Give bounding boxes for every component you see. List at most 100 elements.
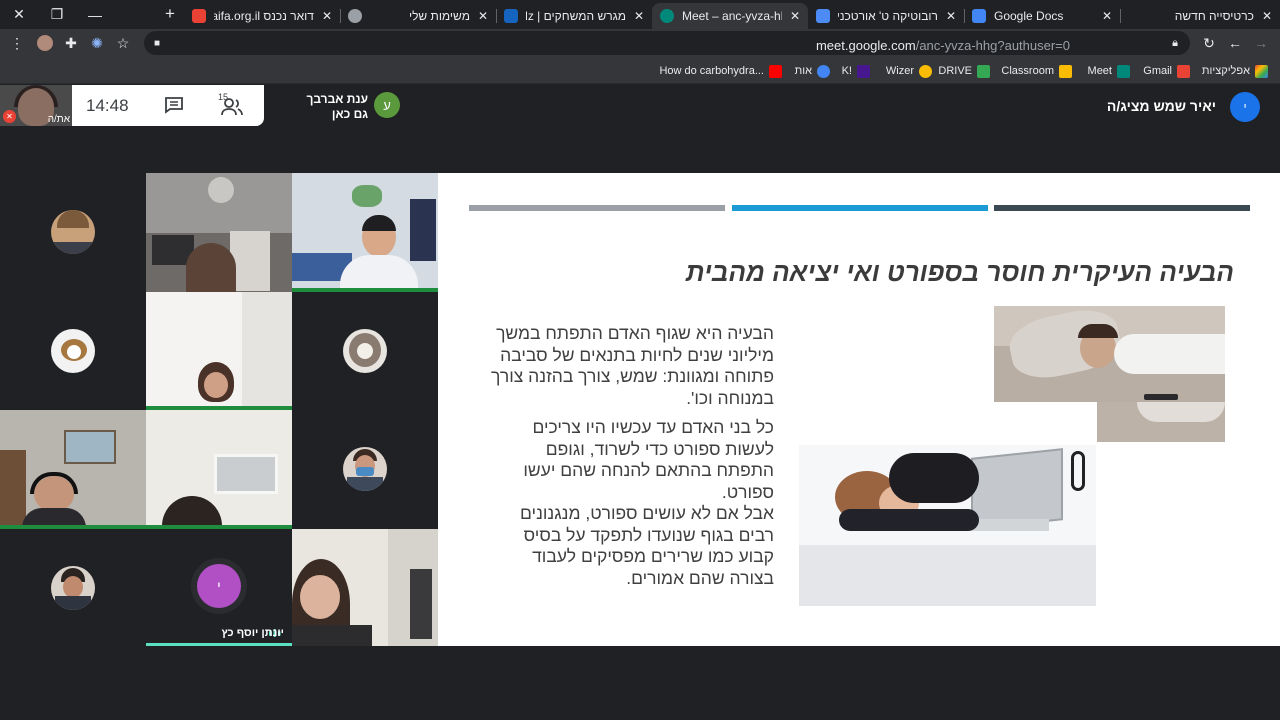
bookmark-meet[interactable]: Meet — [1088, 63, 1130, 79]
tab-new-tab[interactable]: ✕ כרטיסייה חדשה — [1120, 3, 1280, 29]
participant-tile[interactable] — [146, 173, 292, 292]
join-notification: ע ענת אברבך גם כאן — [264, 85, 408, 126]
chat-icon[interactable] — [164, 96, 184, 114]
window-minimize-button[interactable]: — — [76, 0, 114, 29]
extension-gear-icon[interactable]: ✺ — [88, 34, 106, 52]
classroom-icon — [816, 9, 830, 23]
tab-strip: ✕ ❐ — + ✕ כרטיסייה חדשה ✕ Google Docs ✕ … — [0, 0, 1280, 29]
bookmarks-bar: אפליקציות Gmail Meet Classroom DRIVE Wiz… — [0, 57, 1280, 84]
meet-icon — [1117, 64, 1130, 78]
slide-paragraph: אבל אם לא עושים ספורט, מנגנונים רבים בגו… — [520, 503, 774, 588]
avatar — [51, 328, 95, 373]
people-icon[interactable] — [220, 95, 244, 117]
meeting-info-bar: 14:48 15 — [72, 85, 264, 126]
url-text[interactable]: meet.google.com/anc-yvza-hhg?authuser=0 — [816, 38, 1070, 53]
meet-stage: ✕ את/ה 14:48 15 ע ענת אברבך גם כאן יאיר … — [0, 85, 1280, 720]
bookmark-kahoot[interactable]: K! — [842, 63, 870, 79]
close-icon[interactable]: ✕ — [1262, 9, 1272, 23]
slide-accent-line — [732, 205, 988, 211]
window-close-button[interactable]: ✕ — [0, 0, 38, 29]
couch-photo-bottom — [1097, 402, 1225, 442]
participant-tile[interactable] — [0, 528, 146, 647]
participant-grid: י יונתן יוסף כץ — [0, 173, 438, 647]
profile-avatar[interactable] — [36, 34, 54, 52]
participant-tile[interactable] — [292, 173, 438, 292]
close-icon[interactable]: ✕ — [1102, 9, 1112, 23]
tab-gmail-inbox[interactable]: ✕ דואר נכנס haifa.org.il — [184, 3, 340, 29]
self-view-tile[interactable]: ✕ את/ה — [0, 85, 72, 126]
slide-body: הבעיה היא שגוף האדם התפתח במשך מיליוני ש… — [484, 323, 774, 597]
participant-tile[interactable] — [0, 291, 146, 410]
skillz-icon — [504, 9, 518, 23]
meet-bottom-area — [0, 646, 1280, 720]
new-tab-button[interactable]: + — [160, 4, 180, 24]
browser-toolbar: ⋮ ✚ ✺ ☆ ■ meet.google.com/anc-yvza-hhg?a… — [0, 29, 1280, 57]
extensions-puzzle-icon[interactable]: ✚ — [62, 34, 80, 52]
forward-arrow-icon[interactable]: → — [1252, 34, 1270, 52]
bookmark-ot[interactable]: אות — [795, 63, 830, 79]
camera-indicator-icon[interactable]: ■ — [148, 34, 166, 52]
tab-google-docs[interactable]: ✕ Google Docs — [964, 3, 1120, 29]
tab-skillz[interactable]: ✕ מגרש המשחקים | Skillz — [496, 3, 652, 29]
close-icon[interactable]: ✕ — [634, 9, 644, 23]
slide-accent-line — [469, 205, 725, 211]
omnibox[interactable]: ☆ ■ meet.google.com/anc-yvza-hhg?authuse… — [117, 31, 1190, 55]
participant-tile[interactable] — [292, 410, 438, 529]
mic-off-icon: ✕ — [3, 110, 16, 123]
avatar: ע — [374, 92, 400, 118]
slide-title: הבעיה העיקרית חוסר בספורט ואי יציאה מהבי… — [685, 257, 1234, 287]
reload-icon[interactable]: ↻ — [1200, 34, 1218, 52]
lock-icon[interactable]: 🔒︎ — [1166, 34, 1184, 52]
globe-icon — [348, 9, 362, 23]
youtube-icon — [769, 64, 782, 78]
menu-kebab-icon[interactable]: ⋮ — [8, 34, 26, 52]
participant-tile[interactable] — [146, 291, 292, 410]
kahoot-icon — [857, 64, 870, 78]
presentation-slide: הבעיה העיקרית חוסר בספורט ואי יציאה מהבי… — [438, 173, 1280, 646]
participant-tile[interactable] — [146, 410, 292, 529]
bookmark-drive[interactable]: DRIVE — [938, 63, 990, 79]
bookmark-wizer[interactable]: Wizer — [886, 63, 932, 79]
apps-grid-icon — [1255, 64, 1268, 78]
meeting-clock: 14:48 — [86, 96, 129, 115]
bookmark-youtube[interactable]: How do carbohydra... — [659, 63, 782, 79]
slide-paragraph: כל בני האדם עד עכשיו היו צריכים לעשות ספ… — [523, 417, 774, 502]
slide-accent-line — [994, 205, 1250, 211]
tab-meet[interactable]: ✕ Meet – anc-yvza-hh — [652, 3, 808, 29]
participant-tile[interactable] — [292, 291, 438, 410]
classroom-icon — [1059, 64, 1072, 78]
avatar — [51, 565, 95, 610]
docs-icon — [972, 9, 986, 23]
meet-icon — [660, 9, 674, 23]
bookmark-apps[interactable]: אפליקציות — [1202, 63, 1268, 79]
slide-paragraph: הבעיה היא שגוף האדם התפתח במשך מיליוני ש… — [491, 323, 774, 408]
close-icon[interactable]: ✕ — [946, 9, 956, 23]
avatar: י — [1230, 92, 1260, 122]
bookmark-classroom[interactable]: Classroom — [1001, 63, 1072, 79]
participant-tile[interactable] — [0, 410, 146, 529]
bookmark-gmail[interactable]: Gmail — [1143, 63, 1190, 79]
bulb-icon — [919, 64, 932, 78]
close-icon[interactable]: ✕ — [478, 9, 488, 23]
drive-icon — [977, 64, 990, 78]
tab-robotics[interactable]: ✕ רובוטיקה ט' אורטכניון ר — [808, 3, 964, 29]
avatar — [51, 210, 95, 255]
window-restore-button[interactable]: ❐ — [38, 0, 76, 29]
presenter-label: יאיר שמש מציג/ה — [1106, 98, 1216, 114]
close-icon[interactable]: ✕ — [790, 9, 800, 23]
close-icon[interactable]: ✕ — [322, 9, 332, 23]
tab-my-tasks[interactable]: ✕ משימות שלי — [340, 3, 496, 29]
participant-tile-active-speaker[interactable]: י יונתן יוסף כץ — [146, 528, 292, 647]
avatar: י — [197, 563, 241, 608]
participant-tile[interactable] — [0, 173, 146, 292]
participant-tile[interactable] — [292, 528, 438, 647]
laptop-photo — [799, 445, 1096, 606]
avatar — [343, 328, 387, 373]
gmail-icon — [1177, 64, 1190, 78]
chrome-icon — [817, 64, 830, 78]
back-arrow-icon[interactable]: ← — [1226, 34, 1244, 52]
participant-name: יונתן יוסף כץ — [221, 627, 285, 639]
gmail-icon — [192, 9, 206, 23]
couch-photo — [994, 306, 1225, 402]
bookmark-star-icon[interactable]: ☆ — [114, 34, 132, 52]
